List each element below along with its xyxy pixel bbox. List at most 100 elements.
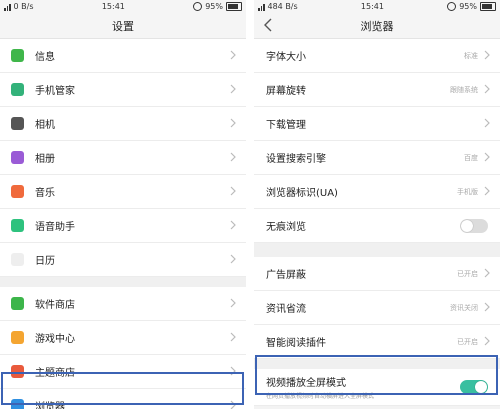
settings-list: 信息手机管家相机相册音乐语音助手日历 [0, 39, 246, 277]
browser-setting-row[interactable]: 字体大小 标准 [254, 39, 500, 73]
chevron-right-icon [230, 152, 236, 162]
chevron-right-icon [230, 220, 236, 230]
settings-item-label: 浏览器 [35, 402, 65, 409]
browser-setting-label: 字体大小 [266, 52, 306, 63]
clock: 15:41 [360, 2, 384, 11]
video-fullscreen-label: 视频播放全屏模式 [266, 378, 346, 389]
chevron-right-icon [484, 186, 490, 196]
chevron-right-icon [230, 84, 236, 94]
chevron-right-icon [230, 332, 236, 342]
browser-setting-label: 浏览器标识(UA) [266, 188, 338, 199]
settings-item-phone-manager[interactable]: 手机管家 [0, 73, 246, 107]
alarm-icon [193, 2, 203, 11]
panel-divider [246, 0, 254, 409]
chevron-right-icon [230, 50, 236, 60]
browser-settings-list: 广告屏蔽 已开启 资讯省流 资讯关闭 智能阅读插件 已开启 [254, 257, 500, 359]
settings-item-browser[interactable]: 浏览器 [0, 389, 246, 409]
chevron-right-icon [230, 254, 236, 264]
incognito-toggle[interactable] [460, 218, 488, 233]
settings-screen: 0 B/s 15:41 95% 设置 信息手机管家相机相册音乐语音助手日历 软件… [0, 0, 246, 409]
browser-setting-value: 已开启 [457, 337, 478, 346]
page-title: 设置 [112, 19, 134, 33]
browser-setting-label: 智能阅读插件 [266, 338, 326, 349]
chevron-right-icon [484, 268, 490, 278]
message-icon [11, 49, 24, 62]
incognito-label: 无痕浏览 [266, 222, 306, 233]
settings-item-music[interactable]: 音乐 [0, 175, 246, 209]
settings-item-label: 相机 [35, 120, 55, 131]
browser-setting-row[interactable]: 下载管理 [254, 107, 500, 141]
settings-item-camera[interactable]: 相机 [0, 107, 246, 141]
chevron-right-icon [230, 366, 236, 376]
clock: 15:41 [101, 2, 125, 11]
browser-setting-label: 广告屏蔽 [266, 270, 306, 281]
browser-setting-row[interactable]: 广告屏蔽 已开启 [254, 257, 500, 291]
settings-item-label: 相册 [35, 154, 55, 165]
game-center-icon [11, 331, 24, 344]
settings-item-voice-assistant[interactable]: 语音助手 [0, 209, 246, 243]
browser-setting-label: 资讯省流 [266, 304, 306, 315]
chevron-right-icon [230, 400, 236, 409]
album-icon [11, 151, 24, 164]
chevron-right-icon [230, 298, 236, 308]
voice-assistant-icon [11, 219, 24, 232]
settings-item-theme-store[interactable]: 主题商店 [0, 355, 246, 389]
theme-store-icon [11, 365, 24, 378]
alarm-icon [447, 2, 457, 11]
battery-percent: 95% [459, 2, 477, 11]
video-fullscreen-description: 在网页播放视频时自动横屏进入全屏模式 [266, 393, 375, 400]
title-bar: 浏览器 [254, 13, 500, 39]
title-bar: 设置 [0, 13, 246, 39]
browser-setting-label: 下载管理 [266, 120, 306, 131]
browser-setting-row[interactable]: 智能阅读插件 已开启 [254, 325, 500, 359]
section-gap [254, 359, 500, 369]
section-gap [254, 243, 500, 257]
incognito-row[interactable]: 无痕浏览 [254, 209, 500, 243]
browser-settings-screen: 484 B/s 15:41 95% 浏览器 字体大小 标准 屏幕旋转 跟随系统下载管理… [254, 0, 500, 409]
chevron-right-icon [230, 118, 236, 128]
chevron-right-icon [484, 118, 490, 128]
chevron-right-icon [484, 50, 490, 60]
settings-item-label: 日历 [35, 256, 55, 267]
settings-list: 软件商店游戏中心主题商店浏览器 [0, 287, 246, 409]
settings-item-label: 语音助手 [35, 222, 75, 233]
battery-percent: 95% [205, 2, 223, 11]
browser-setting-label: 设置搜索引擎 [266, 154, 326, 165]
settings-item-message[interactable]: 信息 [0, 39, 246, 73]
settings-item-game-center[interactable]: 游戏中心 [0, 321, 246, 355]
chevron-right-icon [484, 152, 490, 162]
chevron-right-icon [484, 84, 490, 94]
chevron-right-icon [230, 186, 236, 196]
status-bar: 0 B/s 15:41 95% [0, 0, 246, 13]
battery-icon [479, 2, 496, 11]
network-speed: 484 B/s [267, 2, 298, 11]
back-arrow-icon[interactable] [264, 18, 272, 32]
browser-setting-value: 百度 [464, 153, 478, 162]
calendar-icon [11, 253, 24, 266]
settings-item-album[interactable]: 相册 [0, 141, 246, 175]
browser-setting-row[interactable]: 设置搜索引擎 百度 [254, 141, 500, 175]
browser-setting-row[interactable]: 资讯省流 资讯关闭 [254, 291, 500, 325]
settings-item-label: 音乐 [35, 188, 55, 199]
music-icon [11, 185, 24, 198]
signal-icon [4, 3, 11, 11]
browser-settings-list: 字体大小 标准 屏幕旋转 跟随系统下载管理设置搜索引擎 百度浏览器标识(UA) 手机版 [254, 39, 500, 209]
settings-item-label: 软件商店 [35, 300, 75, 311]
chevron-right-icon [484, 336, 490, 346]
browser-setting-value: 跟随系统 [450, 85, 478, 94]
app-store-icon [11, 297, 24, 310]
camera-icon [11, 117, 24, 130]
browser-setting-row[interactable]: 浏览器标识(UA) 手机版 [254, 175, 500, 209]
page-title: 浏览器 [360, 19, 394, 33]
settings-item-label: 信息 [35, 52, 55, 63]
browser-setting-value: 已开启 [457, 269, 478, 278]
video-fullscreen-row[interactable]: 视频播放全屏模式 在网页播放视频时自动横屏进入全屏模式 [254, 369, 500, 406]
settings-item-app-store[interactable]: 软件商店 [0, 287, 246, 321]
settings-item-calendar[interactable]: 日历 [0, 243, 246, 277]
browser-setting-value: 手机版 [457, 187, 478, 196]
browser-setting-row[interactable]: 屏幕旋转 跟随系统 [254, 73, 500, 107]
network-speed: 0 B/s [13, 2, 34, 11]
settings-item-label: 游戏中心 [35, 334, 75, 345]
battery-icon [225, 2, 242, 11]
video-fullscreen-toggle[interactable] [460, 380, 488, 394]
